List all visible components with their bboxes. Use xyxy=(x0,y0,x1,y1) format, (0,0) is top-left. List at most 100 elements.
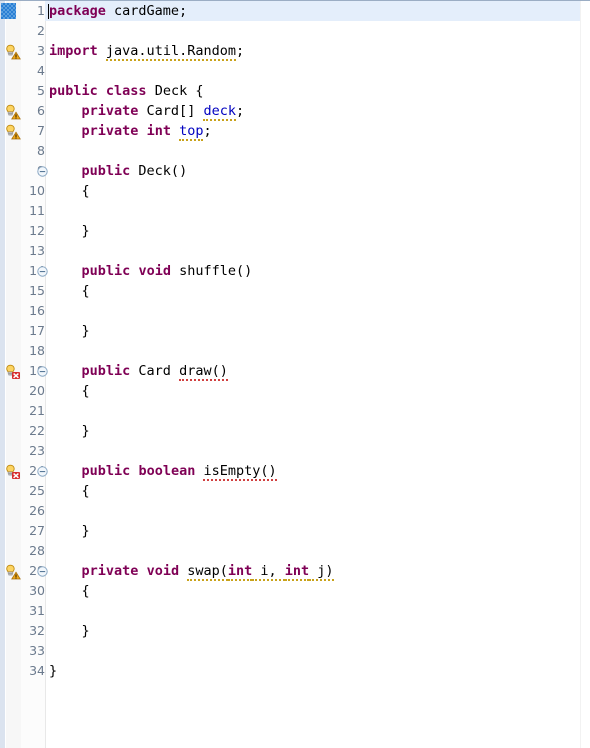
code-token: public xyxy=(81,163,131,179)
code-token: deck xyxy=(203,103,236,121)
code-line[interactable]: 3 import java.util.Random; xyxy=(0,41,590,61)
error-quickfix-icon[interactable] xyxy=(5,364,21,379)
code-line[interactable]: 25 { xyxy=(0,481,590,501)
fold-collapse-icon[interactable] xyxy=(37,566,48,577)
code-token: public xyxy=(49,83,98,99)
code-token: { xyxy=(49,383,90,399)
code-line[interactable]: 11 xyxy=(0,201,590,221)
code-line[interactable]: 14 public void shuffle() xyxy=(0,261,590,281)
code-line[interactable]: 17 } xyxy=(0,321,590,341)
code-line[interactable]: 2 xyxy=(0,21,590,41)
code-line[interactable]: 23 xyxy=(0,441,590,461)
code-text[interactable]: public boolean isEmpty() xyxy=(49,461,277,481)
fold-collapse-icon[interactable] xyxy=(37,366,48,377)
code-line[interactable]: 19 public Card draw() xyxy=(0,361,590,381)
line-number: 27 xyxy=(29,523,45,538)
code-line[interactable]: 21 xyxy=(0,401,590,421)
code-text[interactable]: public void shuffle() xyxy=(49,261,253,281)
code-text[interactable]: public Card draw() xyxy=(49,361,228,381)
warning-quickfix-icon[interactable] xyxy=(5,44,21,60)
error-quickfix-icon[interactable] xyxy=(5,464,21,479)
code-text[interactable]: private void swap(int i, int j) xyxy=(49,561,334,581)
line-number: 11 xyxy=(29,203,45,218)
code-token: Deck { xyxy=(146,83,204,99)
code-token: i, xyxy=(252,563,285,581)
line-number: 23 xyxy=(29,443,45,458)
code-line[interactable]: 31 xyxy=(0,601,590,621)
code-line[interactable]: 27 } xyxy=(0,521,590,541)
warning-quickfix-icon[interactable] xyxy=(5,564,21,580)
code-text[interactable]: { xyxy=(49,581,90,601)
line-number: 5 xyxy=(37,83,45,98)
warning-quickfix-icon[interactable] xyxy=(5,124,21,140)
code-text[interactable]: { xyxy=(49,181,90,201)
fold-collapse-icon[interactable] xyxy=(37,266,48,277)
code-editor[interactable]: 1 package cardGame; 2 3 import java.util.Ran… xyxy=(0,0,590,748)
code-line[interactable]: 12 } xyxy=(0,221,590,241)
code-line[interactable]: 16 xyxy=(0,301,590,321)
code-text[interactable]: } xyxy=(49,661,57,681)
code-token: ; xyxy=(235,43,245,59)
code-line[interactable]: 10 { xyxy=(0,181,590,201)
code-text[interactable]: private Card[] deck; xyxy=(49,101,244,121)
code-token: private xyxy=(81,563,139,579)
code-token: void xyxy=(146,563,180,579)
code-line[interactable]: 30 { xyxy=(0,581,590,601)
code-token: public xyxy=(81,363,131,379)
code-token: } xyxy=(49,223,90,239)
code-text[interactable]: import java.util.Random; xyxy=(49,41,244,61)
code-line[interactable]: 7 private int top; xyxy=(0,121,590,141)
code-line[interactable]: 33 xyxy=(0,641,590,661)
code-token: void xyxy=(138,263,171,279)
code-line[interactable]: 29 private void swap(int i, int j) xyxy=(0,561,590,581)
code-token: public xyxy=(81,263,131,279)
code-token: { xyxy=(49,583,90,599)
code-line[interactable]: 28 xyxy=(0,541,590,561)
code-text[interactable]: private int top; xyxy=(49,121,212,141)
code-token: draw() xyxy=(179,363,228,381)
code-line[interactable]: 22 } xyxy=(0,421,590,441)
line-number: 1 xyxy=(37,3,45,18)
code-token: int xyxy=(227,563,253,581)
code-line[interactable]: 13 xyxy=(0,241,590,261)
code-line[interactable]: 15 { xyxy=(0,281,590,301)
code-token: shuffle() xyxy=(170,263,253,279)
code-token: } xyxy=(49,623,90,639)
code-line[interactable]: 9 public Deck() xyxy=(0,161,590,181)
code-line[interactable]: 26 xyxy=(0,501,590,521)
code-line[interactable]: 20 { xyxy=(0,381,590,401)
code-text[interactable]: public class Deck { xyxy=(49,81,203,101)
line-number: 2 xyxy=(37,23,45,38)
code-text[interactable]: } xyxy=(49,621,90,641)
code-line[interactable]: 1 package cardGame; xyxy=(0,1,590,21)
code-line[interactable]: 24 public boolean isEmpty() xyxy=(0,461,590,481)
line-number: 28 xyxy=(29,543,45,558)
code-text[interactable]: { xyxy=(49,381,90,401)
code-token: import xyxy=(49,43,98,59)
code-text[interactable]: } xyxy=(49,321,90,341)
warning-quickfix-icon[interactable] xyxy=(5,104,21,120)
code-text[interactable]: { xyxy=(49,281,90,301)
code-line[interactable]: 4 xyxy=(0,61,590,81)
code-token: int xyxy=(284,563,310,581)
code-line[interactable]: 32 } xyxy=(0,621,590,641)
code-text[interactable]: } xyxy=(49,521,90,541)
code-text[interactable]: package cardGame; xyxy=(49,1,187,21)
line-number: 26 xyxy=(29,503,45,518)
code-line[interactable]: 6 private Card[] deck; xyxy=(0,101,590,121)
fold-collapse-icon[interactable] xyxy=(37,166,48,177)
code-text[interactable]: } xyxy=(49,221,90,241)
code-line[interactable]: 5 public class Deck { xyxy=(0,81,590,101)
line-number: 4 xyxy=(37,63,45,78)
code-line[interactable]: 34} xyxy=(0,661,590,681)
code-text[interactable]: } xyxy=(49,421,90,441)
code-text[interactable]: public Deck() xyxy=(49,161,188,181)
fold-collapse-icon[interactable] xyxy=(37,466,48,477)
code-text[interactable]: { xyxy=(49,481,90,501)
code-line[interactable]: 8 xyxy=(0,141,590,161)
current-line-marker-icon xyxy=(1,3,16,19)
code-token: { xyxy=(49,183,90,199)
code-line[interactable]: 18 xyxy=(0,341,590,361)
